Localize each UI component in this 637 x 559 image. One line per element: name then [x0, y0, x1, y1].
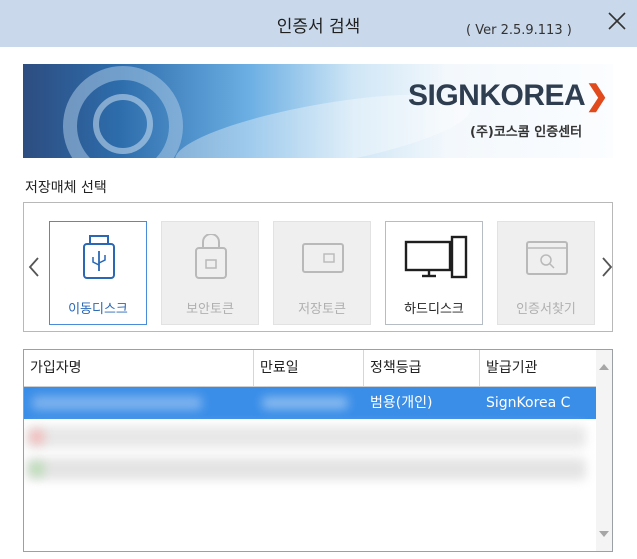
redacted-row [26, 426, 586, 448]
version-label: ( Ver 2.5.9.113 ) [466, 23, 572, 38]
close-icon[interactable] [604, 8, 630, 34]
table-row[interactable] [24, 452, 596, 484]
brand-subtitle: (주)코스콤 인증센터 [470, 125, 583, 140]
redacted-expiry [262, 397, 348, 409]
scroll-up-icon[interactable] [596, 360, 612, 376]
title-bar: 인증서 검색 ( Ver 2.5.9.113 ) [0, 0, 637, 47]
cert-search-icon [526, 241, 568, 275]
table-header: 가입자명 만료일 정책등급 발급기관 [24, 350, 596, 387]
column-header-subscriber[interactable]: 가입자명 [24, 350, 254, 386]
next-arrow-icon[interactable] [600, 255, 614, 279]
media-cert-search[interactable]: 인증서찾기 [497, 221, 595, 325]
redacted-row [26, 458, 586, 480]
media-label: 저장토큰 [298, 302, 346, 317]
media-section-label: 저장매체 선택 [25, 180, 107, 196]
scroll-down-icon[interactable] [596, 526, 612, 542]
brand-arrow-icon: ❯ [585, 80, 609, 111]
media-label: 이동디스크 [68, 302, 128, 317]
signkorea-banner: SIGNKOREA❯ (주)코스콤 인증센터 [23, 64, 613, 158]
cell-policy: 범용(개인) [370, 395, 433, 411]
redacted-subscriber [32, 396, 202, 410]
column-header-policy[interactable]: 정책등급 [364, 350, 480, 386]
security-token-icon [195, 234, 227, 279]
table-row[interactable]: 범용(개인) SignKorea C [24, 387, 596, 419]
media-security-token[interactable]: 보안토큰 [161, 221, 259, 325]
redacted-row-icon [30, 462, 44, 476]
vault-dial-graphic [93, 94, 153, 154]
table-row[interactable] [24, 420, 596, 452]
media-storage-token[interactable]: 저장토큰 [273, 221, 371, 325]
media-label: 하드디스크 [404, 302, 464, 317]
hard-disk-icon [404, 235, 468, 279]
media-label: 보안토큰 [186, 302, 234, 317]
column-header-issuer[interactable]: 발급기관 [480, 350, 596, 386]
usb-drive-icon [83, 235, 115, 279]
media-hard-disk[interactable]: 하드디스크 [385, 221, 483, 325]
vertical-scrollbar[interactable] [596, 350, 612, 551]
prev-arrow-icon[interactable] [27, 255, 41, 279]
certificate-table: 가입자명 만료일 정책등급 발급기관 범용(개인) SignKorea C [23, 349, 613, 552]
media-usb-drive[interactable]: 이동디스크 [49, 221, 147, 325]
storage-token-icon [302, 243, 344, 273]
cell-issuer: SignKorea C [486, 395, 571, 411]
redacted-row-icon [30, 430, 44, 444]
column-header-expiry[interactable]: 만료일 [254, 350, 364, 386]
brand-logo: SIGNKOREA❯ [408, 79, 609, 112]
media-label: 인증서찾기 [516, 302, 576, 317]
